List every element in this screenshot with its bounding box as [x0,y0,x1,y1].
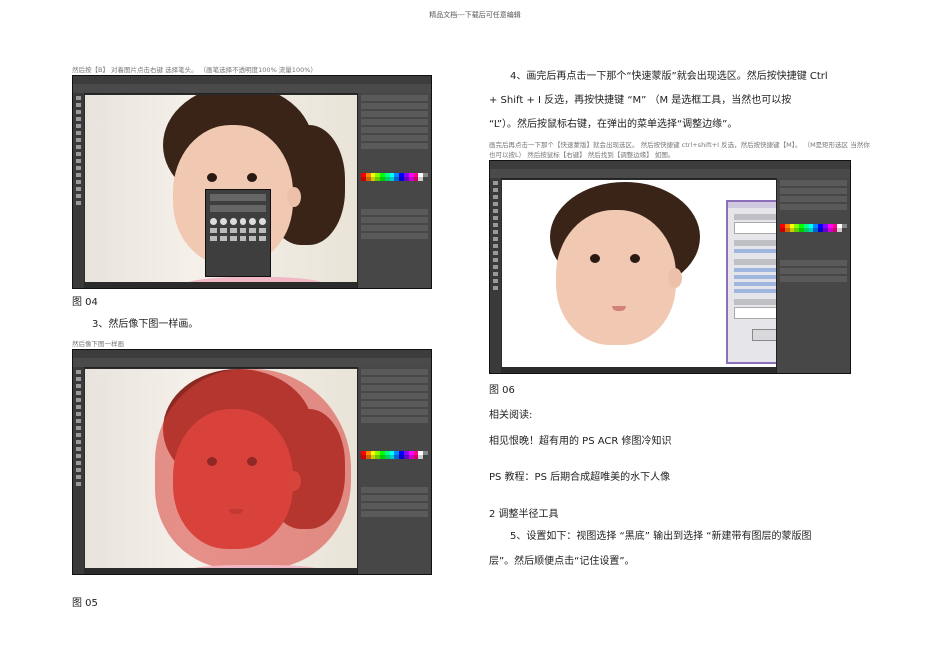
step5-line2: 层”。然后顺便点击“记住设置”。 [489,556,635,567]
fig05-label: 图 05 [72,598,98,609]
ps-toolbar [73,367,84,574]
fig04-label: 图 04 [72,297,98,308]
step5-line1: 5、设置如下：视图选择 “黑底” 输出到选择 “新建带有图层的蒙版图 [510,531,812,542]
step3-text: 3、然后像下图一样画。 [92,319,199,330]
step4-line1: 4、画完后再点击一下那个“快速蒙版”就会出现选区。然后按快捷键 Ctrl [510,71,828,82]
swatches-panel [361,173,428,181]
ps-menubar [490,161,850,169]
fig04-screenshot [72,75,432,289]
child-photo-masked [155,369,355,568]
related-heading: 相关阅读: [489,410,533,421]
fig06-screenshot [489,160,851,374]
fig06-caption-line2: 也可以按L） 然后按鼠标【右键】 然后找到【调整边缘】 如图。 [489,151,675,159]
fig05-caption: 然后像下图一样画 [72,340,124,348]
fig04-caption: 然后按【B】 对着图片点击右键 选择笔头。 （画笔选择不透明度100% 流量10… [72,66,317,74]
child-photo-cutout [546,182,726,352]
quick-mask-overlay [155,369,351,568]
step4-line2: + Shift + I 反选，再按快捷键 “M” （M 是选框工具，当然也可以按 [489,95,792,106]
canvas-photo [85,369,357,568]
canvas-photo [502,180,776,367]
fig05-screenshot [72,349,432,575]
related-link-2[interactable]: PS 教程：PS 后期合成超唯美的水下人像 [489,468,670,483]
ps-right-panel [357,93,431,288]
ps-toolbar [490,178,501,373]
fig06-label: 图 06 [489,385,515,396]
header-note: 精品文档---下载后可任意编辑 [429,11,521,19]
ps-menubar [73,76,431,84]
step4-line3: “L”）。然后按鼠标右键，在弹出的菜单选择“调整边缘”。 [489,119,738,130]
fig06-caption-line1: 画完后再点击一下那个【快速蒙版】就会出现选区。 然后按快捷键 ctrl+shif… [489,141,870,149]
ps-menubar [73,350,431,358]
swatches-panel [361,451,428,459]
ps-right-panel [357,367,431,574]
ps-right-panel [776,178,850,373]
brush-picker-popup [205,189,271,277]
canvas-photo [85,95,357,282]
section2-title: 2 调整半径工具 [489,509,559,520]
ps-toolbar [73,93,84,288]
swatches-panel [780,224,847,232]
refine-edge-dialog [726,200,776,364]
related-link-1[interactable]: 相见恨晚！超有用的 PS ACR 修图冷知识 [489,432,672,447]
